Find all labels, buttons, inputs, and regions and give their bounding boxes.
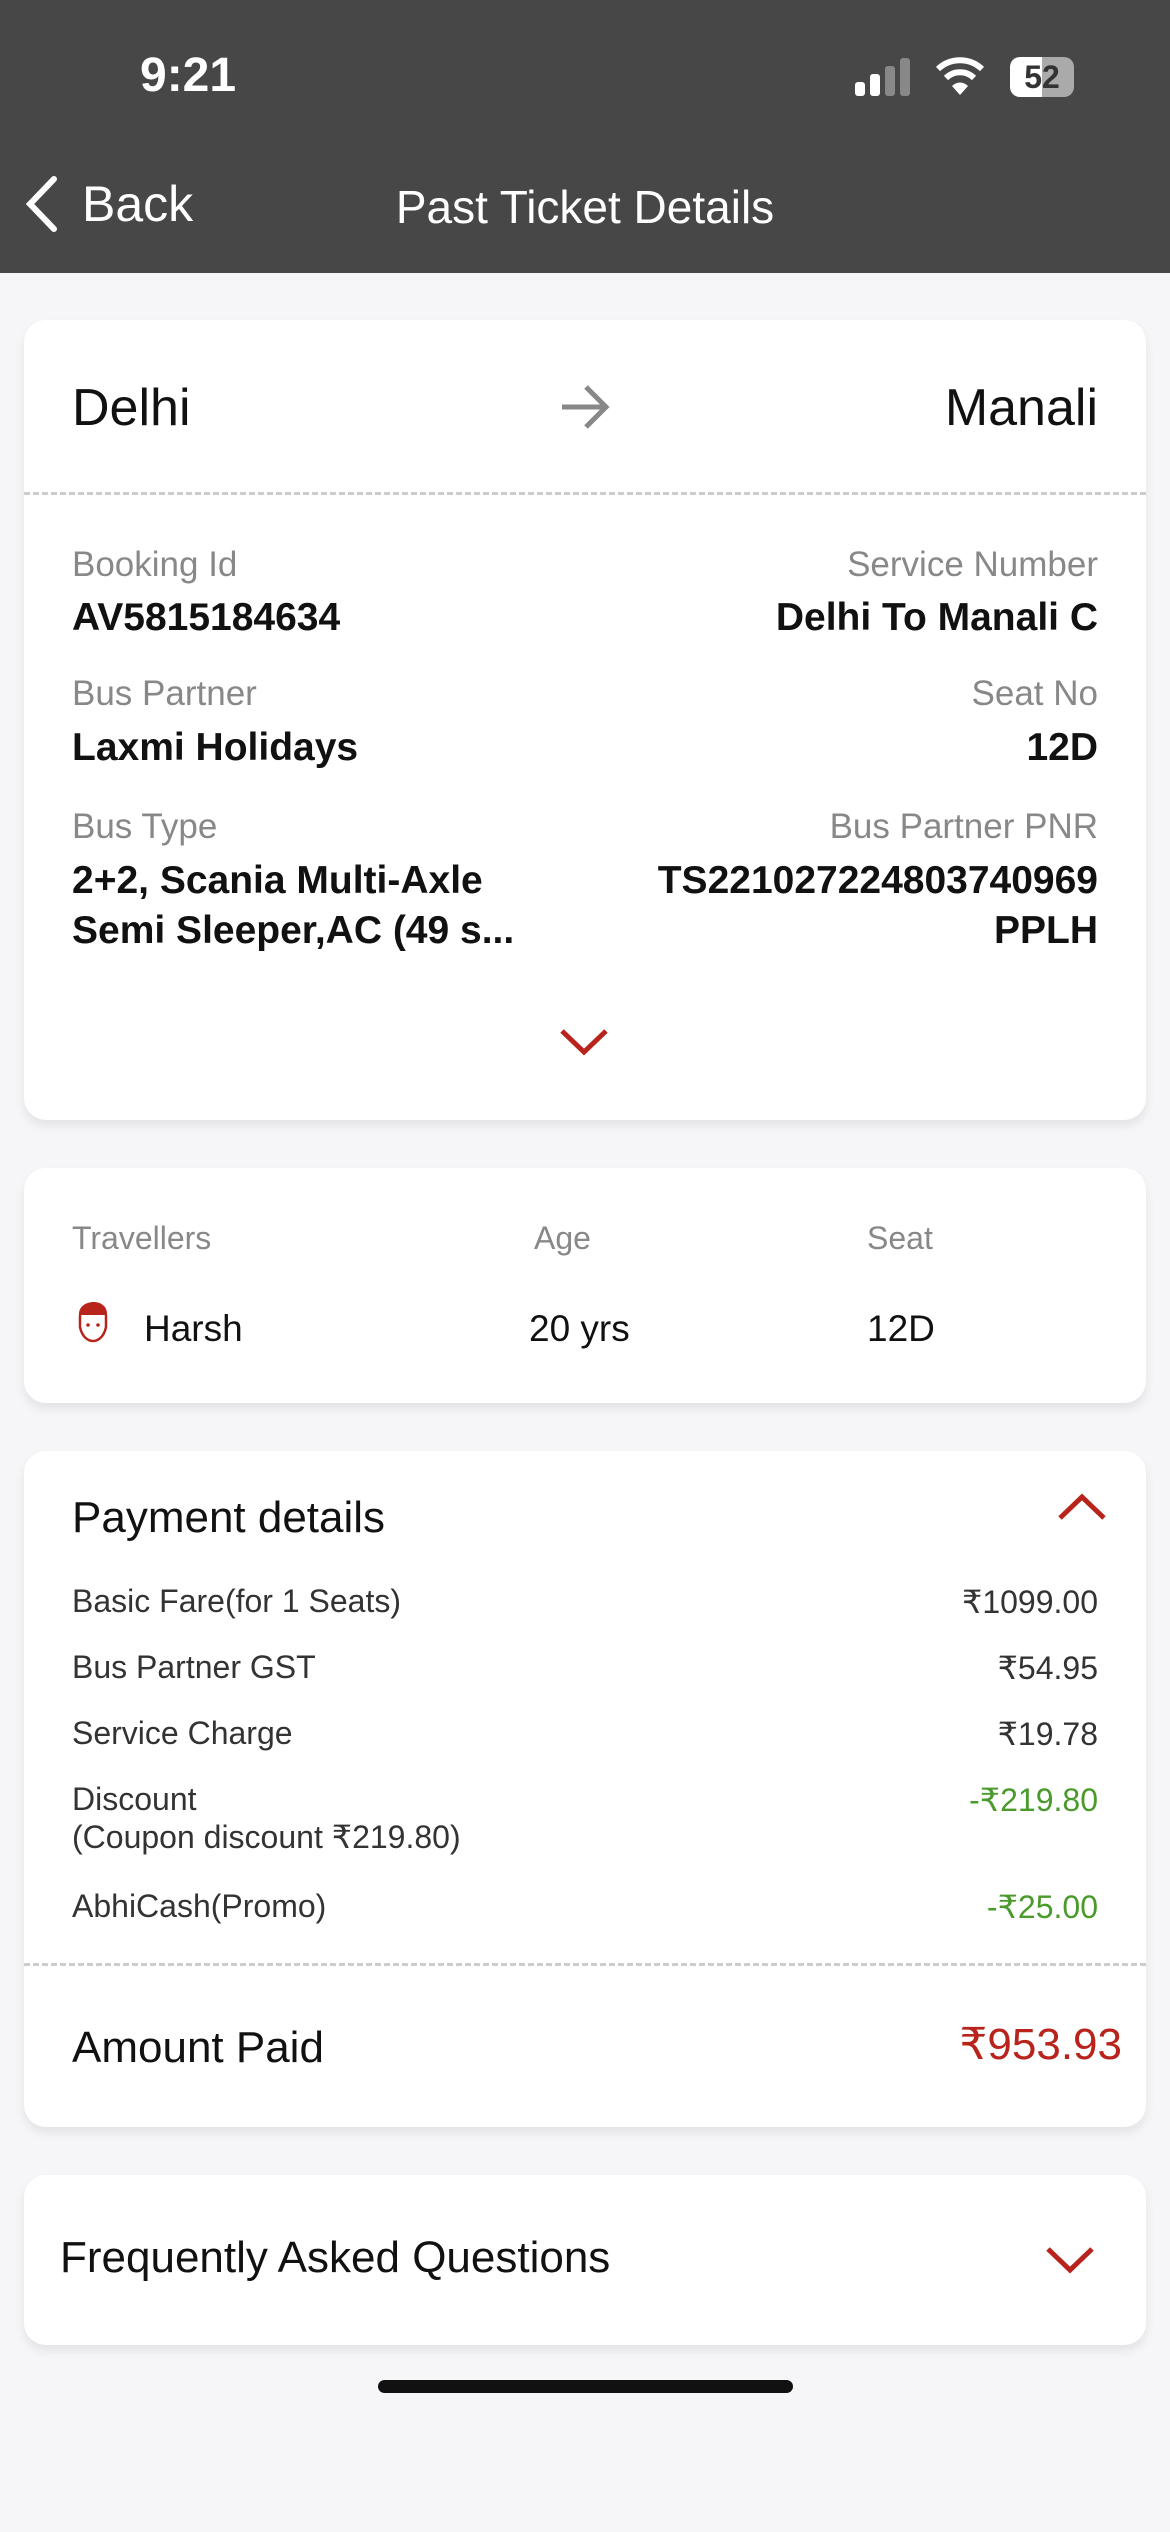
page-title: Past Ticket Details [395,181,775,233]
chevron-down-icon[interactable] [558,1025,610,1057]
traveller-age: 20 yrs [529,1308,630,1349]
traveller-seat: 12D [867,1308,935,1349]
discount-title: Discount [72,1781,197,1817]
fare-row: Basic Fare(for 1 Seats) ₹1099.00 [72,1583,1098,1621]
amount-paid-value: ₹953.93 [959,2020,1122,2069]
promo-row: AbhiCash(Promo) -₹25.00 [72,1888,1098,1926]
arrow-right-icon [562,385,610,429]
seat-number: 12D [1026,726,1098,769]
type-label: Bus Type [72,807,218,846]
bus-partner: Laxmi Holidays [72,726,359,769]
discount-row: Discount (Coupon discount ₹219.80) -₹219.8… [72,1781,1098,1856]
partner-label: Bus Partner [72,674,257,713]
signal-icon [855,58,910,96]
route-to: Manali [944,379,1098,437]
divider [24,1963,1146,1966]
booking-id: AV5815184634 [72,596,341,639]
status-time: 9:21 [140,49,237,102]
gst-label: Bus Partner GST [72,1649,316,1685]
seat-label: Seat No [971,674,1098,713]
fare-label: Basic Fare(for 1 Seats) [72,1583,401,1619]
divider [24,492,1146,495]
discount-value: -₹219.80 [969,1782,1098,1818]
discount-sub: (Coupon discount ₹219.80) [72,1819,461,1855]
pnr-line2: PPLH [993,909,1098,952]
battery-icon: 52 [1010,57,1074,97]
pnr-line1: TS221027224803740969 [657,859,1098,902]
wifi-icon [935,57,985,95]
faq-title: Frequently Asked Questions [60,2233,611,2282]
gst-value: ₹54.95 [997,1650,1098,1686]
gst-row: Bus Partner GST ₹54.95 [72,1649,1098,1687]
traveller-name: Harsh [144,1308,243,1349]
amount-paid-label: Amount Paid [72,2023,324,2072]
bus-type-line2: Semi Sleeper,AC (49 s... [72,909,515,952]
promo-label: AbhiCash(Promo) [72,1888,327,1924]
payment-card: Payment details Basic Fare(for 1 Seats) ₹… [24,1451,1146,2127]
home-indicator [378,2380,793,2393]
service-charge-row: Service Charge ₹19.78 [72,1715,1098,1753]
pnr-label: Bus Partner PNR [829,807,1098,846]
travellers-header: Travellers [72,1220,212,1256]
booking-id-label: Booking Id [72,545,238,584]
fare-value: ₹1099.00 [961,1584,1098,1620]
seat-header: Seat [867,1220,933,1256]
travellers-card: Travellers Age Seat Harsh 20 yrs 12D [24,1168,1146,1403]
ticket-card: Delhi Manali Booking Id AV5815184634 Ser… [24,320,1146,1120]
age-header: Age [534,1220,591,1256]
route-from: Delhi [72,379,191,437]
promo-value: -₹25.00 [986,1889,1098,1925]
traveller-avatar-icon [78,1301,108,1343]
service-charge-label: Service Charge [72,1715,293,1751]
faq-card[interactable]: Frequently Asked Questions [24,2175,1146,2345]
service-number: Delhi To Manali C [775,596,1098,639]
bus-type-line1: 2+2, Scania Multi-Axle [72,859,483,902]
discount-label: Discount (Coupon discount ₹219.80) [72,1781,461,1856]
chevron-down-icon[interactable] [1044,2243,1096,2275]
service-label: Service Number [847,545,1098,584]
payment-title: Payment details [72,1493,386,1542]
service-charge-value: ₹19.78 [997,1716,1098,1752]
top-bar: 9:21 52 Back Past Ticket Details [0,0,1170,273]
chevron-up-icon[interactable] [1056,1491,1108,1523]
